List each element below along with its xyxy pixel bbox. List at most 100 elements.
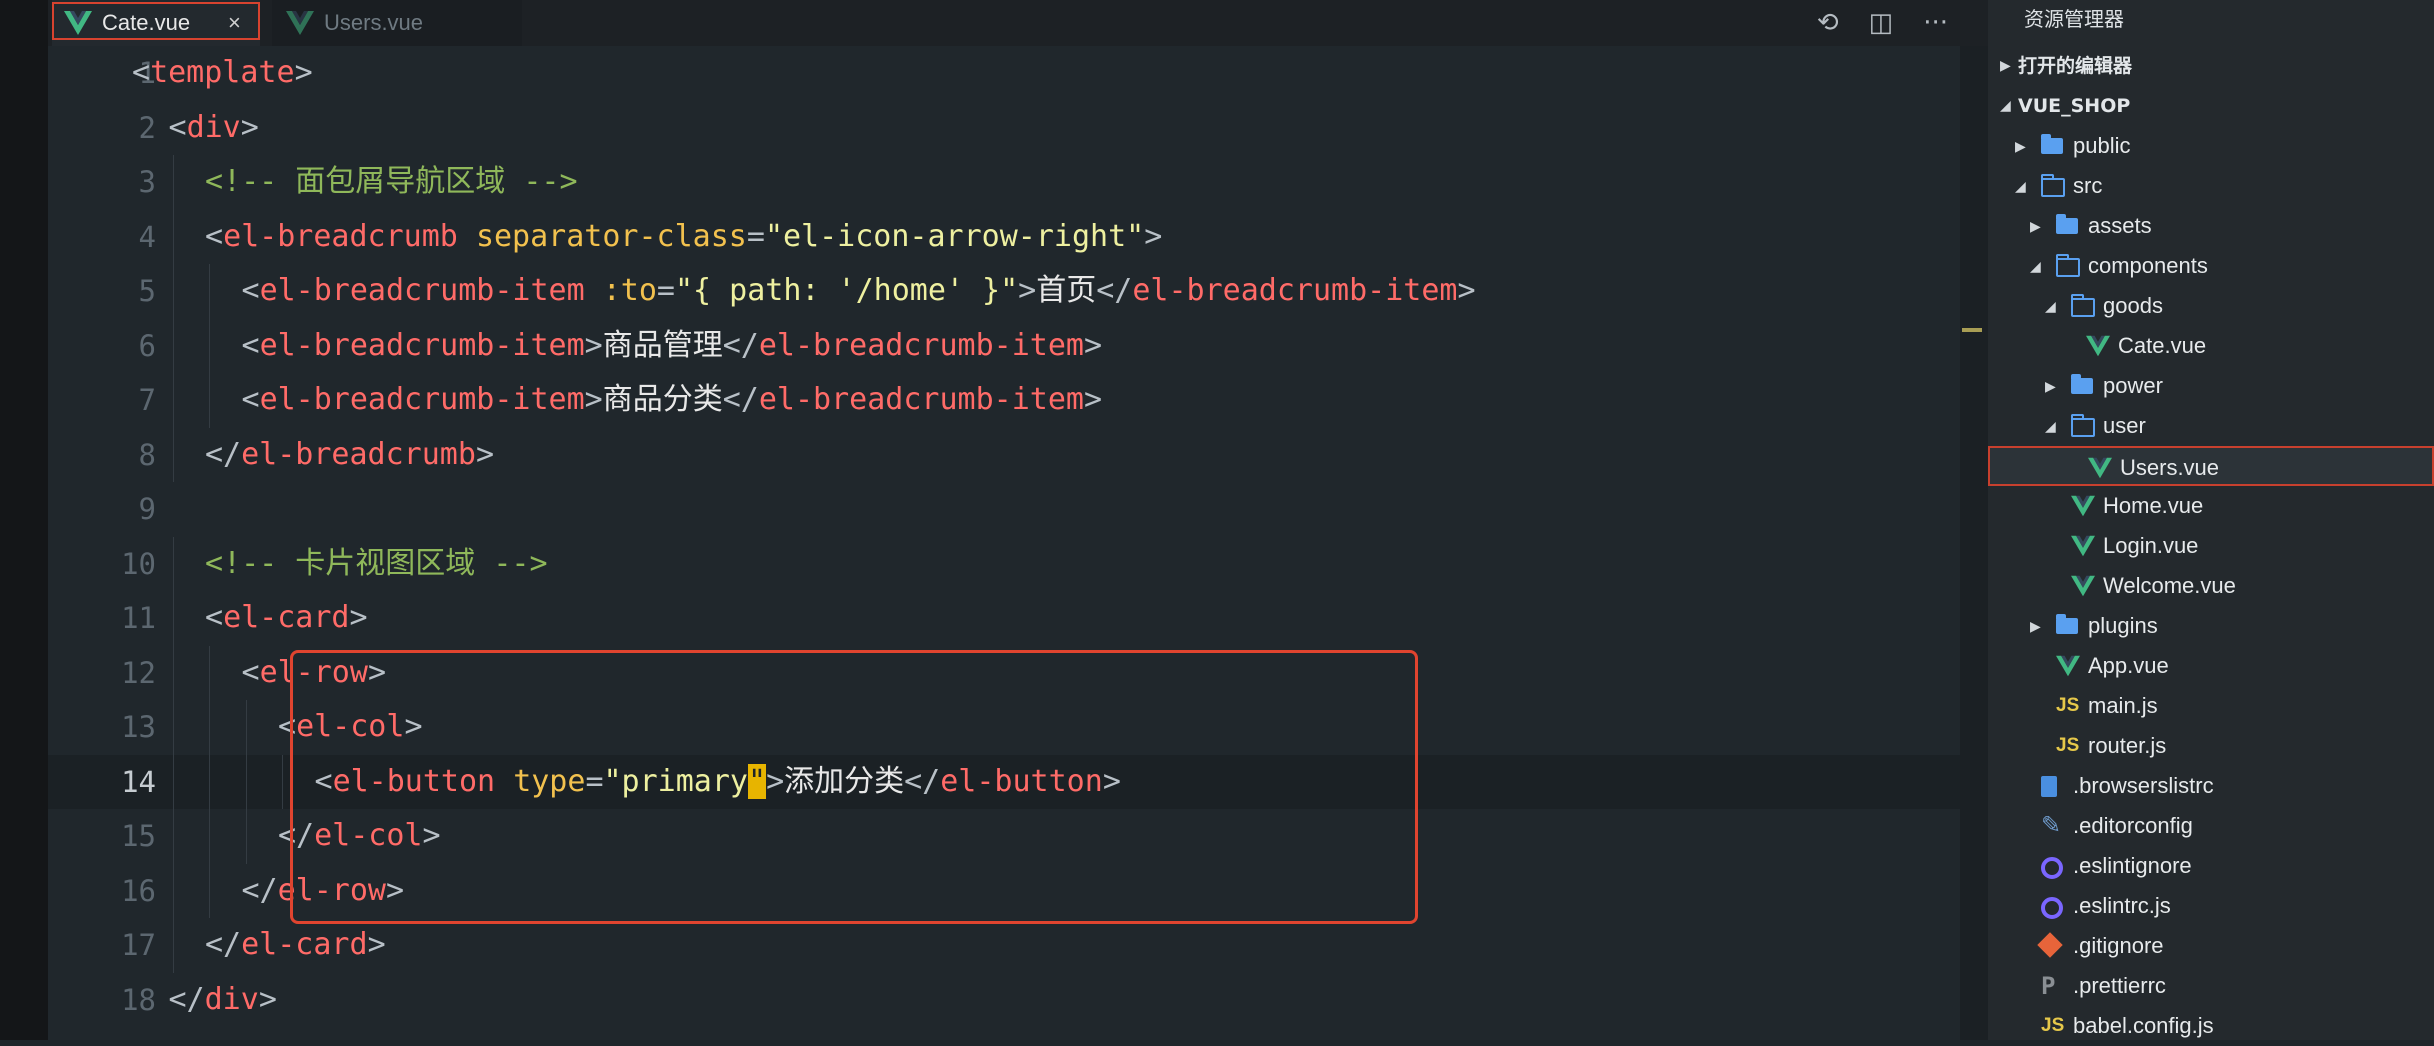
explorer-item-label: VUE_SHOP <box>2018 95 2131 117</box>
indent-guide <box>209 863 210 918</box>
indent-guide <box>209 373 210 428</box>
chevron-down-icon[interactable]: ◢ <box>2045 406 2056 446</box>
vue-icon <box>64 11 92 35</box>
explorer-item-label: components <box>2088 253 2208 278</box>
code-line[interactable]: 3 <!-- 面包屑导航区域 --> <box>48 155 1988 210</box>
code-line[interactable]: 6 <el-breadcrumb-item>商品管理</el-breadcrumb… <box>48 318 1988 373</box>
explorer-item[interactable]: ◢ VUE_SHOP <box>1988 86 2434 126</box>
explorer-item[interactable]: Login.vue <box>1988 526 2434 566</box>
chevron-down-icon[interactable]: ◢ <box>2000 86 2011 126</box>
explorer-item-label: public <box>2073 133 2131 158</box>
explorer-item-label: App.vue <box>2088 653 2169 678</box>
indent-guide <box>172 427 174 482</box>
chevron-down-icon[interactable]: ◢ <box>2015 166 2026 206</box>
code-line[interactable]: 4 <el-breadcrumb separator-class="el-icon… <box>48 209 1988 264</box>
chevron-right-icon[interactable]: ▶ <box>2000 46 2011 86</box>
scrollbar-cursor-marker <box>1962 328 1982 332</box>
explorer-item[interactable]: ▶ 打开的编辑器 <box>1988 46 2434 86</box>
indent-guide <box>172 809 174 864</box>
more-icon[interactable]: ··· <box>1923 8 1948 38</box>
explorer-item[interactable]: .gitignore <box>1988 926 2434 966</box>
code-line[interactable]: 7 <el-breadcrumb-item>商品分类</el-breadcrumb… <box>48 373 1988 428</box>
tab-actions: ⟲ ◫ ··· <box>1817 0 1948 46</box>
code-line[interactable]: 5 <el-breadcrumb-item :to="{ path: '/home… <box>48 264 1988 319</box>
code-text: <el-breadcrumb-item>商品管理</el-breadcrumb-… <box>241 327 1103 363</box>
explorer-item[interactable]: ✎ .editorconfig <box>1988 806 2434 846</box>
explorer-item[interactable]: ◢ components <box>1988 246 2434 286</box>
compare-icon[interactable]: ⟲ <box>1817 8 1839 38</box>
indent-guide <box>209 645 210 700</box>
annotation-highlight-box <box>290 650 1418 924</box>
split-editor-icon[interactable]: ◫ <box>1869 8 1894 38</box>
explorer-item[interactable]: .eslintrc.js <box>1988 886 2434 926</box>
code-text: </el-card> <box>205 927 386 962</box>
explorer-item[interactable]: Welcome.vue <box>1988 566 2434 606</box>
code-text: <el-breadcrumb-item :to="{ path: '/home'… <box>241 273 1476 308</box>
explorer-item[interactable]: ▶ assets <box>1988 206 2434 246</box>
explorer-item[interactable]: Home.vue <box>1988 486 2434 526</box>
chevron-right-icon[interactable]: ▶ <box>2045 366 2056 406</box>
line-number: 14 <box>121 764 156 799</box>
indent-guide <box>172 318 174 373</box>
code-line[interactable]: 1 <template> <box>48 46 1988 100</box>
vue-icon <box>286 11 314 35</box>
explorer-item-label: .gitignore <box>2073 933 2164 958</box>
code-line[interactable]: 11 <el-card> <box>48 591 1988 646</box>
tab-users-vue[interactable]: Users.vue <box>272 0 522 46</box>
close-icon[interactable]: × <box>228 10 241 36</box>
chevron-down-icon[interactable]: ◢ <box>2045 286 2056 326</box>
code-line[interactable]: 17 </el-card> <box>48 918 1988 973</box>
line-number: 18 <box>121 982 156 1017</box>
chevron-right-icon[interactable]: ▶ <box>2015 126 2026 166</box>
editor-scrollbar[interactable] <box>1960 46 1988 1040</box>
explorer-item-label: Login.vue <box>2103 533 2199 558</box>
indent-guide <box>209 318 210 373</box>
vue-icon <box>2086 335 2110 357</box>
explorer-item[interactable]: ◢ user <box>1988 406 2434 446</box>
indent-guide <box>209 754 210 809</box>
explorer-item[interactable]: P .prettierrc <box>1988 966 2434 1006</box>
indent-guide <box>172 863 174 918</box>
line-number: 17 <box>121 928 156 962</box>
code-text: </el-breadcrumb> <box>205 436 494 472</box>
code-line[interactable]: 2 <div> <box>48 101 1988 155</box>
code-line[interactable]: 8 </el-breadcrumb> <box>48 427 1988 482</box>
chevron-right-icon[interactable]: ▶ <box>2030 206 2041 246</box>
vue-icon <box>2071 575 2095 597</box>
explorer-item[interactable]: ▶ plugins <box>1988 606 2434 646</box>
code-text: <div> <box>168 109 259 145</box>
chevron-right-icon[interactable]: ▶ <box>2030 606 2041 646</box>
indent-guide <box>172 754 174 809</box>
explorer-item-label: main.js <box>2088 693 2158 718</box>
explorer-item-label: assets <box>2088 213 2152 238</box>
explorer-item[interactable]: ▶ public <box>1988 126 2434 166</box>
folder-icon <box>2041 134 2063 154</box>
line-number: 3 <box>138 165 156 199</box>
explorer-item[interactable]: JS main.js <box>1988 686 2434 726</box>
explorer-item-label: .prettierrc <box>2073 973 2166 998</box>
chevron-down-icon[interactable]: ◢ <box>2030 246 2041 286</box>
code-text: <el-card> <box>205 600 368 635</box>
explorer-item[interactable]: .eslintignore <box>1988 846 2434 886</box>
explorer-item[interactable]: ◢ src <box>1988 166 2434 206</box>
code-text: <!-- 卡片视图区域 --> <box>205 545 548 581</box>
explorer-item[interactable]: ◢ goods <box>1988 286 2434 326</box>
explorer-item-label: user <box>2103 413 2146 438</box>
explorer-item[interactable]: App.vue <box>1988 646 2434 686</box>
js-file-icon: JS <box>2056 695 2080 716</box>
code-line[interactable]: 9 <box>48 482 1988 536</box>
indent-guide <box>172 264 174 319</box>
explorer-item[interactable]: Users.vue <box>1988 446 2434 486</box>
tab-cate-vue[interactable]: Cate.vue × <box>52 0 260 46</box>
js-file-icon: JS <box>2056 735 2080 756</box>
explorer-item[interactable]: JS babel.config.js <box>1988 1006 2434 1046</box>
explorer-item[interactable]: JS router.js <box>1988 726 2434 766</box>
code-line[interactable]: 18 </div> <box>48 973 1988 1027</box>
explorer-item[interactable]: ▶ power <box>1988 366 2434 406</box>
explorer-item-label: power <box>2103 373 2163 398</box>
explorer-item[interactable]: Cate.vue <box>1988 326 2434 366</box>
explorer-item[interactable]: .browserslistrc <box>1988 766 2434 806</box>
code-line[interactable]: 10 <!-- 卡片视图区域 --> <box>48 536 1988 591</box>
vue-icon <box>2071 495 2095 517</box>
explorer-item-label: plugins <box>2088 613 2158 638</box>
